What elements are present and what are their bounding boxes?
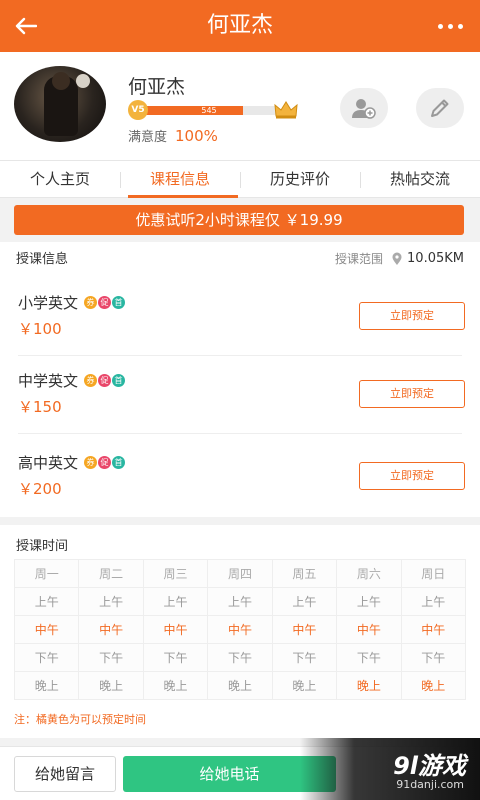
coupon-tag: 券 xyxy=(84,296,98,309)
edit-button[interactable] xyxy=(416,88,464,128)
range-label: 授课范围 xyxy=(335,252,384,266)
first-class-tag: 首 xyxy=(112,296,126,309)
schedule-section: 授课时间 周一 周二 周三 周四 周五 周六 周日 上午 上午 上午 上午 上午… xyxy=(0,525,480,738)
course-item: 小学英文 券促首 ￥100 立即预定 xyxy=(0,278,480,356)
course-name: 中学英文 xyxy=(18,372,79,390)
schedule-slot[interactable]: 晚上 xyxy=(271,671,338,700)
schedule-slot[interactable]: 下午 xyxy=(13,643,80,672)
crown-icon xyxy=(274,101,298,119)
schedule-slot[interactable]: 晚上 xyxy=(336,671,402,700)
day-header: 周四 xyxy=(207,559,273,588)
leave-message-button[interactable]: 给她留言 xyxy=(14,756,116,792)
day-header: 周三 xyxy=(142,559,209,588)
schedule-slot[interactable]: 晚上 xyxy=(78,671,144,700)
section-title: 授课信息 xyxy=(16,252,69,267)
course-item: 高中英文 券促首 ￥200 立即预定 xyxy=(0,438,480,516)
schedule-slot[interactable]: 下午 xyxy=(336,643,402,672)
day-header: 周一 xyxy=(13,559,80,588)
schedule-slot[interactable]: 晚上 xyxy=(142,671,209,700)
day-header: 周二 xyxy=(78,559,144,588)
course-item: 中学英文 券促首 ￥150 立即预定 xyxy=(0,356,480,434)
schedule-slot[interactable]: 中午 xyxy=(400,615,467,644)
add-friend-button[interactable] xyxy=(340,88,388,128)
level-badge: V5 xyxy=(128,100,148,120)
first-class-tag: 首 xyxy=(112,456,126,469)
course-price: ￥150 xyxy=(18,398,62,416)
schedule-slot[interactable]: 上午 xyxy=(142,587,209,616)
schedule-slot[interactable]: 中午 xyxy=(336,615,402,644)
more-menu-icon[interactable] xyxy=(430,12,470,40)
schedule-slot[interactable]: 上午 xyxy=(400,587,467,616)
book-now-button[interactable]: 立即预定 xyxy=(359,302,465,330)
schedule-slot[interactable]: 下午 xyxy=(78,643,144,672)
course-name: 高中英文 xyxy=(18,454,79,472)
satisfaction: 满意度 100% xyxy=(128,126,218,145)
day-header: 周六 xyxy=(336,559,402,588)
tab-posts[interactable]: 热帖交流 xyxy=(360,161,480,198)
top-bar: 何亚杰 xyxy=(0,0,480,52)
schedule-slot[interactable]: 中午 xyxy=(142,615,209,644)
schedule-slot[interactable]: 上午 xyxy=(78,587,144,616)
promotion-tag: 促 xyxy=(98,296,112,309)
book-now-button[interactable]: 立即预定 xyxy=(359,380,465,408)
watermark-brand: 9l游戏 xyxy=(393,752,466,780)
active-tab-indicator xyxy=(128,195,238,198)
schedule-grid: 周一 周二 周三 周四 周五 周六 周日 上午 上午 上午 上午 上午 上午 上… xyxy=(13,559,467,700)
teacher-name: 何亚杰 xyxy=(128,76,186,98)
coupon-tag: 券 xyxy=(84,456,98,469)
level-progress: 545 V5 xyxy=(128,100,298,120)
watermark-logo: 9l游戏 91danji.com xyxy=(300,738,480,800)
level-points: 545 xyxy=(201,106,217,115)
page-title: 何亚杰 xyxy=(206,13,273,38)
course-price: ￥200 xyxy=(18,480,62,498)
profile-card: 何亚杰 545 V5 满意度 100% xyxy=(0,52,480,160)
schedule-slot[interactable]: 中午 xyxy=(13,615,80,644)
tab-home[interactable]: 个人主页 xyxy=(0,161,120,198)
tab-bar: 个人主页 课程信息 历史评价 热帖交流 xyxy=(0,160,480,198)
teaching-range: 授课范围 10.05KM xyxy=(335,250,464,267)
book-now-button[interactable]: 立即预定 xyxy=(359,462,465,490)
schedule-slot[interactable]: 中午 xyxy=(207,615,273,644)
satisfaction-label: 满意度 xyxy=(128,130,168,145)
promotion-tag: 促 xyxy=(98,456,112,469)
satisfaction-value: 100% xyxy=(175,127,218,145)
schedule-slot[interactable]: 上午 xyxy=(13,587,80,616)
course-name: 小学英文 xyxy=(18,294,79,312)
schedule-slot[interactable]: 下午 xyxy=(400,643,467,672)
schedule-slot[interactable]: 下午 xyxy=(142,643,209,672)
schedule-slot[interactable]: 中午 xyxy=(271,615,338,644)
schedule-slot[interactable]: 晚上 xyxy=(207,671,273,700)
tab-reviews[interactable]: 历史评价 xyxy=(240,161,360,198)
schedule-slot[interactable]: 中午 xyxy=(78,615,144,644)
schedule-slot[interactable]: 下午 xyxy=(271,643,338,672)
day-header: 周五 xyxy=(271,559,338,588)
add-user-icon xyxy=(352,99,376,119)
promo-banner[interactable]: 优惠试听2小时课程仅 ￥19.99 xyxy=(14,205,464,235)
pencil-icon xyxy=(431,99,449,117)
range-value: 10.05KM xyxy=(407,251,464,266)
schedule-slot[interactable]: 晚上 xyxy=(400,671,467,700)
course-price: ￥100 xyxy=(18,320,62,338)
tab-course-info[interactable]: 课程信息 xyxy=(120,161,240,198)
schedule-slot[interactable]: 上午 xyxy=(207,587,273,616)
section-title: 授课时间 xyxy=(16,539,69,554)
promotion-tag: 促 xyxy=(98,374,112,387)
location-pin-icon xyxy=(392,252,402,265)
first-class-tag: 首 xyxy=(112,374,126,387)
day-header: 周日 xyxy=(400,559,467,588)
schedule-note: 注：橘黄色为可以预定时间 xyxy=(14,713,146,726)
schedule-slot[interactable]: 上午 xyxy=(336,587,402,616)
watermark-site: 91danji.com xyxy=(396,778,464,791)
schedule-slot[interactable]: 晚上 xyxy=(13,671,80,700)
coupon-tag: 券 xyxy=(84,374,98,387)
schedule-slot[interactable]: 上午 xyxy=(271,587,338,616)
teaching-info-section: 授课信息 授课范围 10.05KM 小学英文 券促首 ￥100 立即预定 中学英… xyxy=(0,242,480,517)
avatar[interactable] xyxy=(14,66,106,142)
schedule-slot[interactable]: 下午 xyxy=(207,643,273,672)
